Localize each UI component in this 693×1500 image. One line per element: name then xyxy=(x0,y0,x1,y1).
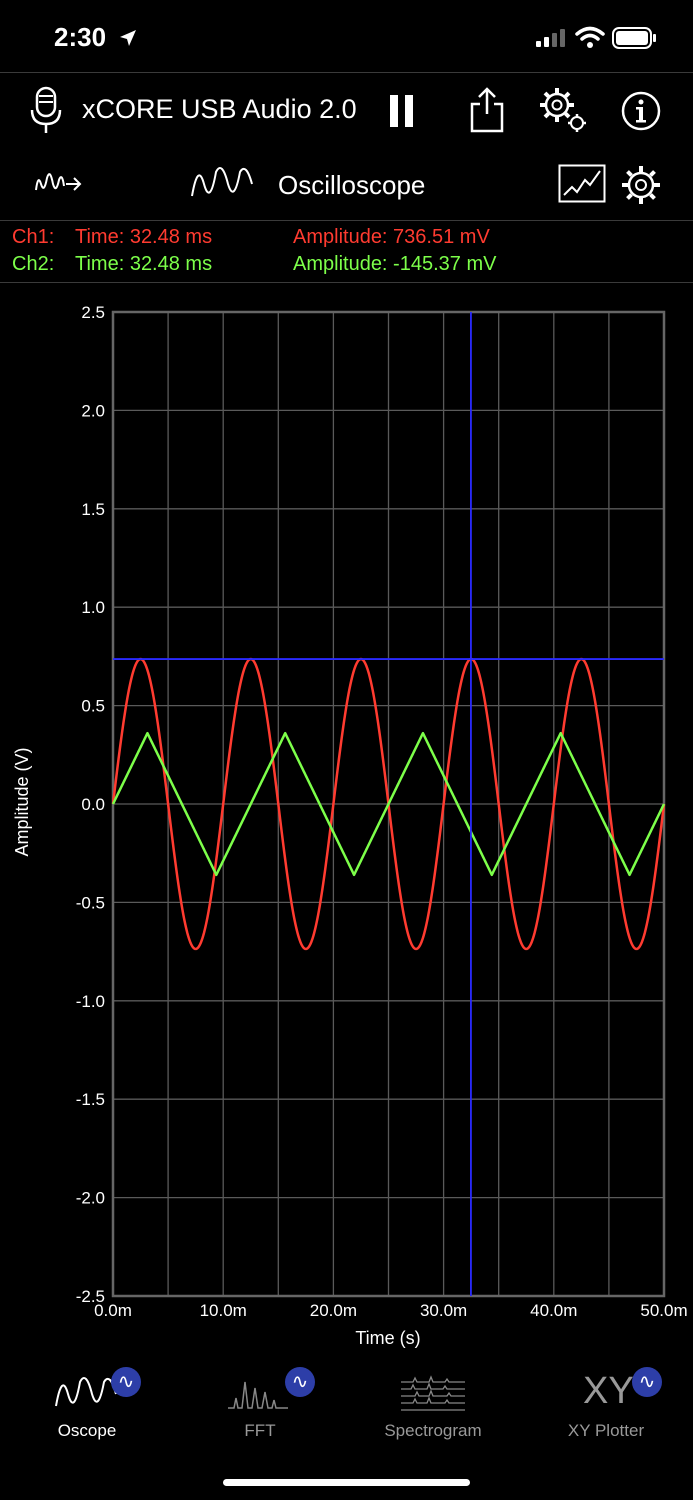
x-tick-label: 0.0m xyxy=(94,1301,132,1320)
oscilloscope-wave-icon xyxy=(191,167,253,197)
ch1-label: Ch1: xyxy=(12,226,55,248)
battery-icon xyxy=(612,27,656,49)
mode-title: Oscilloscope xyxy=(278,170,426,200)
home-indicator xyxy=(223,1479,470,1486)
oscope-badge-icon: ∿ xyxy=(111,1367,141,1397)
ch2-label: Ch2: xyxy=(12,253,55,275)
oscilloscope-chart[interactable]: 2.52.01.51.00.50.0-0.5-1.0-1.5-2.0-2.50.… xyxy=(0,290,693,1350)
x-tick-label: 40.0m xyxy=(530,1301,577,1320)
info-icon[interactable] xyxy=(620,90,662,132)
share-icon[interactable] xyxy=(468,86,506,134)
fft-spectrum-icon xyxy=(228,1381,288,1409)
pause-button[interactable] xyxy=(388,94,416,128)
y-tick-label: 2.5 xyxy=(81,303,105,322)
tab-label-xy-plotter: XY Plotter xyxy=(567,1421,645,1440)
ch2-time: Time: 32.48 ms xyxy=(75,253,213,275)
device-settings-gear-icon[interactable] xyxy=(538,86,590,136)
header-divider xyxy=(0,72,693,73)
y-tick-label: 1.0 xyxy=(81,598,105,617)
tab-label-oscope: Oscope xyxy=(57,1421,117,1440)
y-tick-label: 1.5 xyxy=(81,500,105,519)
xy-plotter-icon: XY xyxy=(583,1370,634,1412)
y-axis-label: Amplitude (V) xyxy=(12,747,32,856)
readout-top-divider xyxy=(0,220,693,221)
spectrogram-icon xyxy=(401,1375,465,1411)
wifi-icon xyxy=(575,26,605,48)
ch1-amplitude: Amplitude: 736.51 mV xyxy=(293,226,490,248)
device-name[interactable]: xCORE USB Audio 2.0 xyxy=(82,94,357,125)
x-tick-label: 50.0m xyxy=(640,1301,687,1320)
status-time: 2:30 xyxy=(54,22,107,52)
microphone-icon[interactable] xyxy=(30,86,64,136)
chart-view-icon[interactable] xyxy=(558,164,606,204)
y-tick-label: 2.0 xyxy=(81,401,105,420)
y-tick-label: -1.0 xyxy=(76,992,105,1011)
display-settings-gear-icon[interactable] xyxy=(620,164,662,206)
cellular-signal-icon xyxy=(536,29,565,47)
signal-input-icon[interactable] xyxy=(34,170,84,198)
oscope-wave-icon xyxy=(55,1377,117,1407)
fft-badge-icon: ∿ xyxy=(285,1367,315,1397)
ch2-amplitude: Amplitude: -145.37 mV xyxy=(293,253,497,275)
y-tick-label: -1.5 xyxy=(76,1090,105,1109)
location-arrow-icon xyxy=(120,30,136,46)
y-tick-label: -0.5 xyxy=(76,893,105,912)
tab-label-spectrogram: Spectrogram xyxy=(384,1421,482,1440)
x-tick-label: 10.0m xyxy=(200,1301,247,1320)
x-axis-label: Time (s) xyxy=(355,1328,420,1348)
y-tick-label: -2.0 xyxy=(76,1189,105,1208)
y-tick-label: 0.5 xyxy=(81,697,105,716)
xy-badge-icon: ∿ xyxy=(632,1367,662,1397)
x-tick-label: 20.0m xyxy=(310,1301,357,1320)
readout-bottom-divider xyxy=(0,282,693,283)
tab-label-fft: FFT xyxy=(244,1421,276,1440)
x-tick-label: 30.0m xyxy=(420,1301,467,1320)
y-tick-label: 0.0 xyxy=(81,795,105,814)
ch1-time: Time: 32.48 ms xyxy=(75,226,213,248)
